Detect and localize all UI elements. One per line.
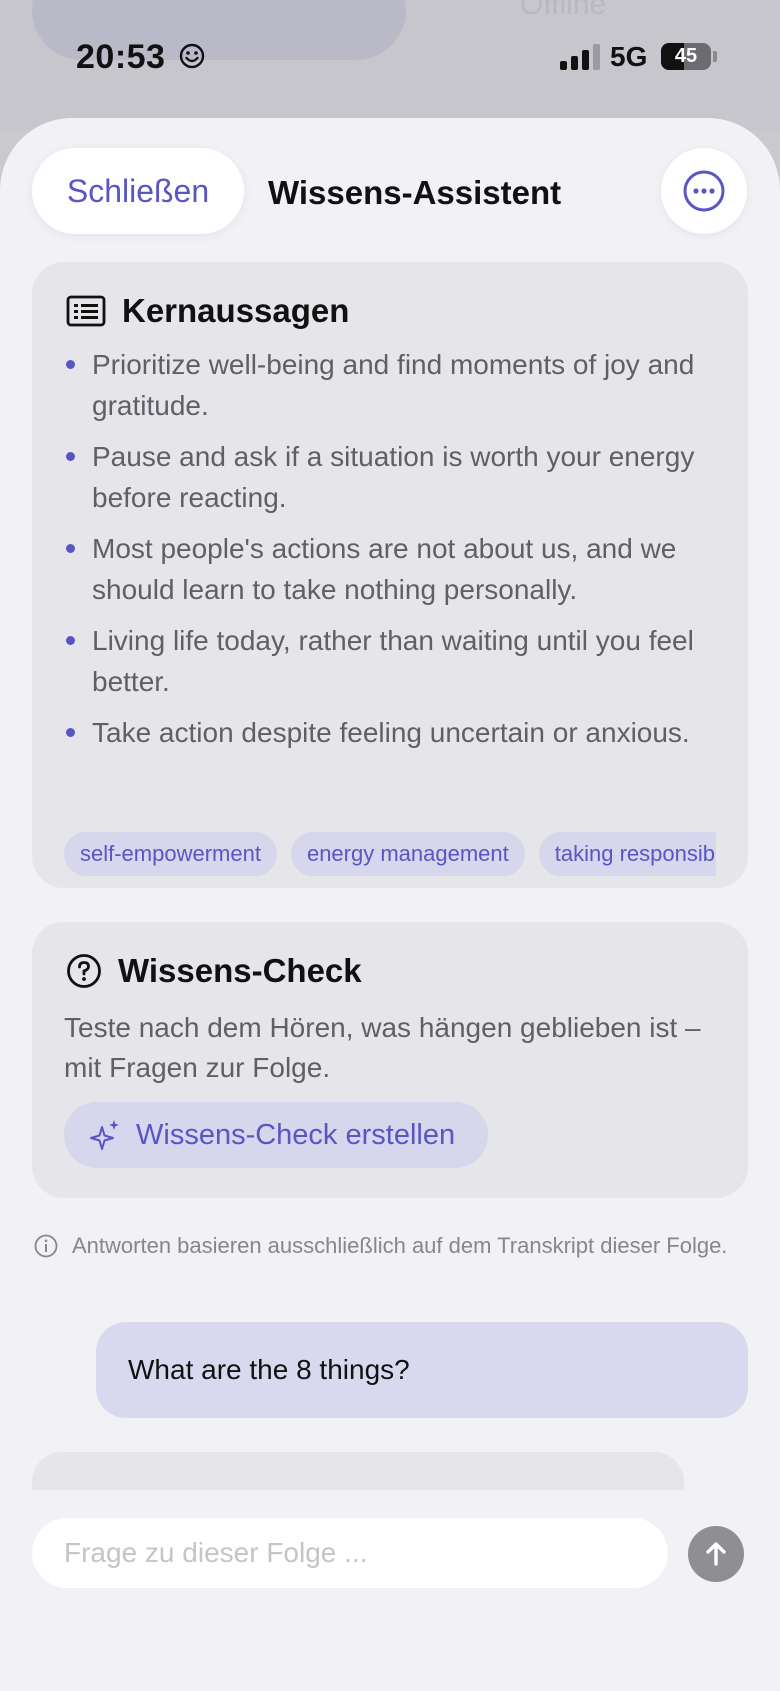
user-message-bubble: What are the 8 things? (96, 1322, 748, 1418)
status-time: 20:53 (76, 38, 166, 76)
create-knowledge-check-label: Wissens-Check erstellen (136, 1118, 456, 1151)
key-point-item: Prioritize well-being and find moments o… (66, 344, 726, 426)
knowledge-check-title: Wissens-Check (118, 952, 362, 989)
composer-bar (0, 1490, 780, 1691)
knowledge-check-header: Wissens-Check (66, 952, 362, 990)
network-type: 5G (610, 41, 648, 72)
key-point-text: Pause and ask if a situation is worth yo… (92, 441, 695, 513)
sparkle-icon (90, 1120, 119, 1150)
question-input[interactable] (32, 1518, 668, 1588)
assistant-message-bubble (32, 1452, 684, 1492)
status-bar: 20:53 5G 45 (0, 0, 780, 110)
key-point-text: Take action despite feeling uncertain or… (92, 717, 690, 748)
knowledge-check-card: Wissens-Check Teste nach dem Hören, was … (32, 922, 748, 1198)
topic-tag[interactable]: taking responsibility (538, 832, 716, 876)
key-point-text: Prioritize well-being and find moments o… (92, 349, 695, 421)
more-icon (683, 170, 725, 212)
user-message-text: What are the 8 things? (128, 1354, 410, 1385)
key-point-item: Living life today, rather than waiting u… (66, 620, 726, 702)
key-point-item: Pause and ask if a situation is worth yo… (66, 436, 726, 518)
topic-tag[interactable]: self-empowerment (64, 832, 277, 876)
key-point-item: Most people's actions are not about us, … (66, 528, 726, 610)
key-points-title: Kernaussagen (122, 292, 350, 329)
question-icon (67, 954, 101, 988)
battery-level: 45 (674, 45, 698, 67)
create-knowledge-check-button[interactable]: Wissens-Check erstellen (64, 1102, 488, 1168)
more-button[interactable] (661, 148, 747, 234)
key-point-text: Most people's actions are not about us, … (92, 533, 677, 605)
key-point-item: Take action despite feeling uncertain or… (66, 712, 726, 753)
assistant-sheet: Schließen Wissens-Assistent Kernaussagen… (0, 118, 780, 1691)
close-button[interactable]: Schließen (32, 148, 244, 234)
topic-tag[interactable]: energy management (290, 832, 525, 876)
send-button[interactable] (688, 1526, 744, 1582)
smiley-icon (179, 43, 205, 69)
transcript-note: Antworten basieren ausschließlich auf de… (34, 1230, 754, 1262)
knowledge-check-description: Teste nach dem Hören, was hängen geblieb… (64, 1012, 701, 1083)
battery-tip (713, 51, 717, 62)
arrow-up-icon (706, 1542, 726, 1566)
key-points-card: Kernaussagen Prioritize well-being and f… (32, 262, 748, 888)
transcript-note-text: Antworten basieren ausschließlich auf de… (72, 1233, 728, 1258)
topic-tags[interactable]: self-empowerment energy management taking … (64, 832, 716, 878)
battery-icon: 45 (661, 43, 711, 70)
key-points-header: Kernaussagen (66, 292, 349, 330)
list-icon (66, 295, 106, 327)
cellular-signal-icon (560, 44, 600, 70)
key-point-text: Living life today, rather than waiting u… (92, 625, 694, 697)
key-points-list: Prioritize well-being and find moments o… (66, 344, 726, 763)
info-icon (34, 1234, 58, 1258)
sheet-title: Wissens-Assistent (268, 174, 562, 211)
